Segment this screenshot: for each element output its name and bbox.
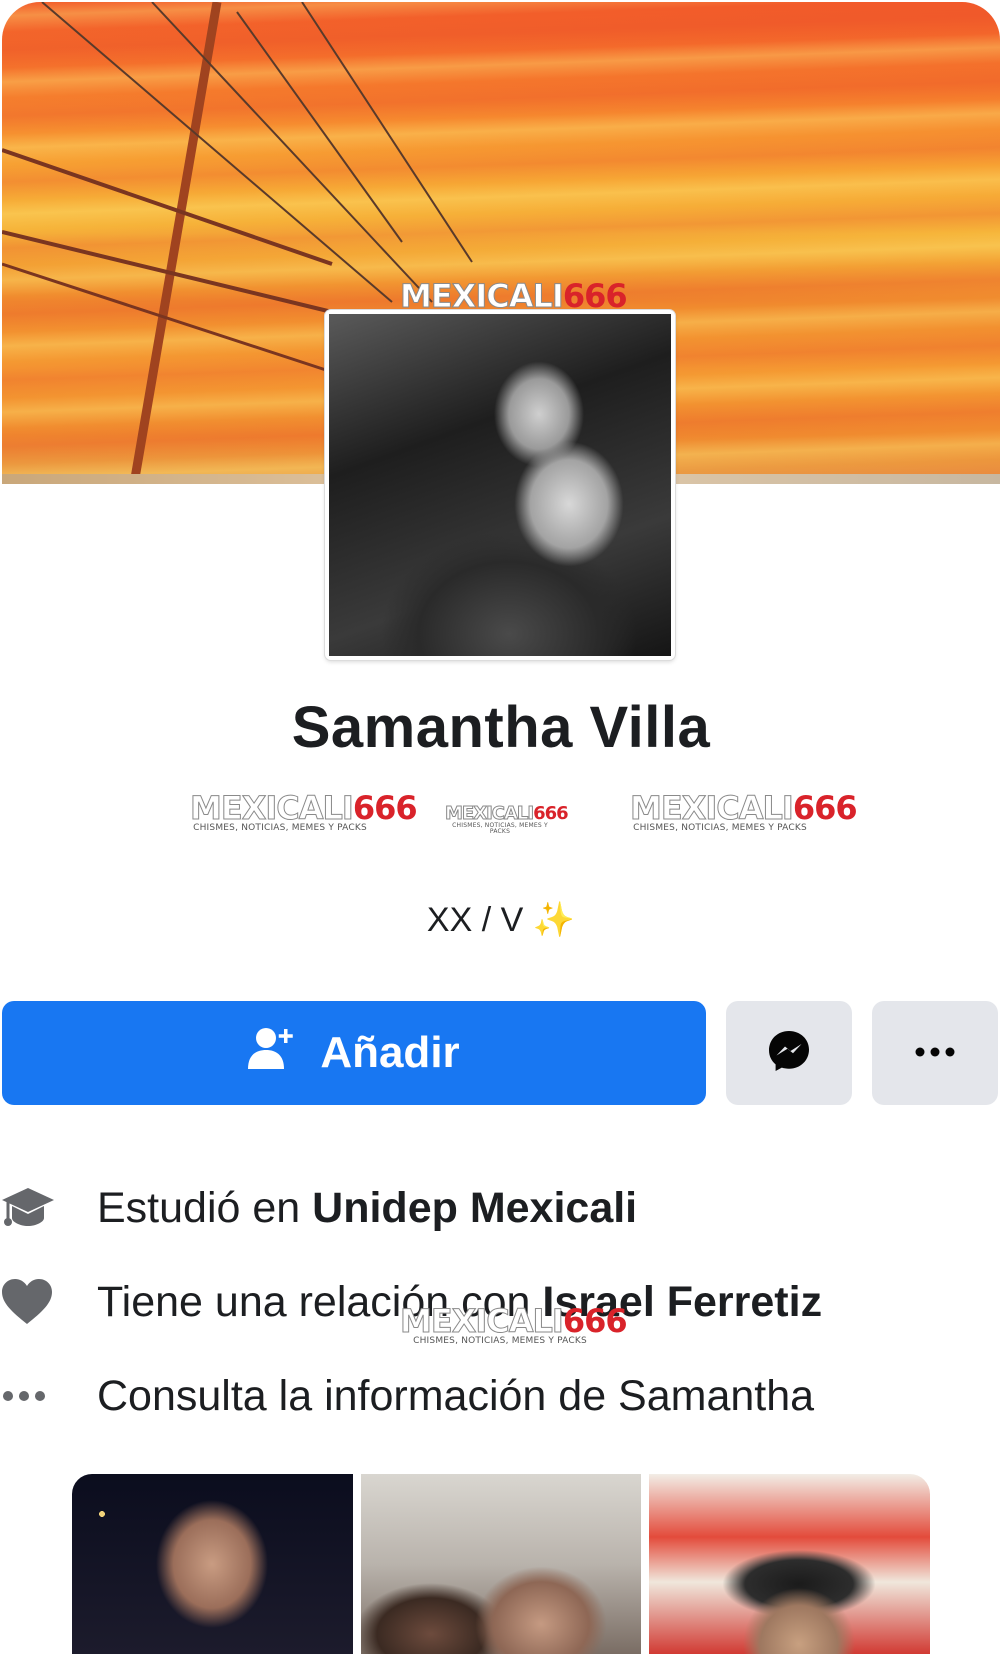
heart-icon: [0, 1279, 97, 1325]
profile-bio: XX / V ✨: [0, 900, 1002, 940]
profile-name: Samantha Villa: [291, 695, 711, 760]
school-link[interactable]: Unidep Mexicali: [312, 1184, 637, 1232]
ellipsis-icon: [0, 1390, 97, 1402]
about-info-row[interactable]: Consulta la información de Samantha: [0, 1366, 814, 1426]
watermark-logo: MEXICALI666 CHISMES, NOTICIAS, MEMES Y P…: [444, 803, 568, 835]
education-text: Estudió en Unidep Mexicali: [97, 1183, 638, 1232]
photo-thumbnail[interactable]: [72, 1474, 353, 1654]
add-friend-label: Añadir: [320, 1028, 460, 1077]
sparkles-emoji: ✨: [532, 901, 576, 939]
watermark-logo: MEXICALI666 CHISMES, NOTICIAS, MEMES Y P…: [190, 789, 418, 833]
add-friend-icon: [248, 1025, 294, 1082]
graduation-cap-icon: [0, 1184, 97, 1232]
messenger-icon: [767, 1029, 811, 1078]
education-row[interactable]: Estudió en Unidep Mexicali: [0, 1178, 637, 1238]
photo-thumbnail[interactable]: [649, 1474, 930, 1654]
profile-picture[interactable]: [325, 310, 675, 660]
photo-thumbnail[interactable]: [360, 1474, 642, 1654]
bio-text: XX / V: [426, 901, 524, 939]
profile-photo-image: [329, 314, 671, 656]
more-options-button[interactable]: [872, 1001, 998, 1105]
more-icon: [915, 1044, 955, 1062]
watermark-logo: MEXICALI666 CHISMES, NOTICIAS, MEMES Y P…: [630, 789, 858, 833]
featured-photos: [72, 1474, 930, 1654]
messenger-button[interactable]: [726, 1001, 852, 1105]
watermark-logo: MEXICALI666 CHISMES, NOTICIAS, MEMES Y P…: [400, 1302, 628, 1346]
about-info-text: Consulta la información de Samantha: [97, 1371, 815, 1420]
add-friend-button[interactable]: Añadir: [2, 1001, 706, 1105]
